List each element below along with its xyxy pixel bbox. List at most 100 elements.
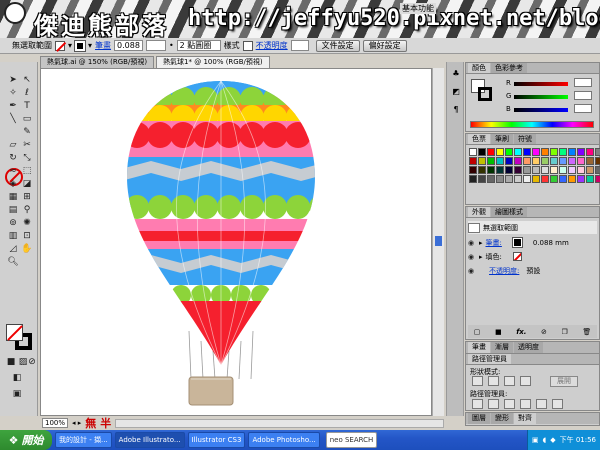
taskbar-item-illustrator[interactable]: Adobe Illustrato...	[114, 432, 185, 448]
color-swatch[interactable]	[559, 166, 567, 174]
security-icon[interactable]: ◆	[550, 436, 555, 444]
horizontal-scrollbar[interactable]	[115, 418, 444, 428]
color-swatch[interactable]	[568, 166, 576, 174]
color-swatch[interactable]	[595, 157, 600, 165]
color-swatch[interactable]	[586, 157, 594, 165]
appearance-stroke-link[interactable]: 筆畫:	[486, 238, 502, 248]
new-stroke-icon[interactable]: ▢	[474, 328, 481, 336]
visibility-eye-icon[interactable]: ◉	[468, 239, 476, 247]
new-fill-icon[interactable]: ■	[495, 328, 502, 336]
color-swatch[interactable]	[496, 175, 504, 183]
slice-tool-icon[interactable]: ◿	[6, 243, 20, 256]
tab-transform[interactable]: 變形	[491, 413, 513, 424]
color-swatch[interactable]	[505, 166, 513, 174]
color-swatch[interactable]	[595, 166, 600, 174]
crop-button[interactable]	[520, 399, 531, 409]
drawing-mode-icon[interactable]: ◧	[10, 372, 24, 385]
tab-document-1[interactable]: 熱氣球.ai @ 150% (RGB/預視)	[40, 56, 155, 68]
taskbar-item-browser[interactable]: 我的設計 - 擷...	[55, 432, 112, 448]
color-swatch[interactable]	[478, 148, 486, 156]
network-icon[interactable]: ▣	[532, 436, 539, 444]
tab-symbols[interactable]: 符號	[514, 134, 536, 144]
graph-tool-icon[interactable]: ▥	[6, 230, 20, 243]
color-swatch[interactable]	[550, 166, 558, 174]
color-swatch[interactable]	[514, 166, 522, 174]
color-swatch[interactable]	[532, 166, 540, 174]
expand-button[interactable]: 展開	[550, 376, 578, 387]
color-swatch[interactable]	[541, 157, 549, 165]
color-swatch[interactable]	[559, 175, 567, 183]
tab-swatches[interactable]: 色票	[468, 134, 490, 144]
eraser-tool-icon[interactable]: ▱	[6, 139, 20, 152]
color-swatch[interactable]	[505, 175, 513, 183]
color-swatch[interactable]	[568, 157, 576, 165]
color-swatch[interactable]	[541, 175, 549, 183]
magic-wand-tool-icon[interactable]: ✧	[6, 87, 20, 100]
color-swatch[interactable]	[586, 166, 594, 174]
red-value-field[interactable]	[574, 78, 592, 87]
dropdown-arrow-icon[interactable]: ▾	[88, 41, 92, 50]
artboard-tool-icon[interactable]: ⊡	[20, 230, 34, 243]
color-swatch[interactable]	[505, 148, 513, 156]
color-swatch[interactable]	[478, 166, 486, 174]
volume-icon[interactable]: ◖	[543, 436, 547, 444]
delete-icon[interactable]: 🗑︎	[582, 328, 591, 336]
color-swatch[interactable]	[595, 175, 600, 183]
tab-color-guide[interactable]: 色彩參考	[491, 63, 527, 73]
color-swatch[interactable]	[523, 175, 531, 183]
color-swatch[interactable]	[586, 175, 594, 183]
selection-tool-icon[interactable]: ➤	[6, 74, 20, 87]
type-tool-icon[interactable]: T	[20, 100, 34, 113]
appearance-stroke-swatch[interactable]	[511, 237, 523, 248]
duplicate-item-icon[interactable]: ❐	[561, 328, 567, 336]
paragraph-icon[interactable]: ¶	[450, 104, 462, 116]
artboard-canvas[interactable]	[40, 68, 432, 416]
graphic-styles-icon[interactable]: ◩	[450, 86, 462, 98]
color-swatch[interactable]	[469, 148, 477, 156]
preferences-button[interactable]: 偏好設定	[362, 39, 407, 52]
fill-swatch[interactable]	[55, 40, 65, 51]
red-slider[interactable]	[514, 82, 568, 86]
blue-value-field[interactable]	[574, 104, 592, 113]
visibility-eye-icon[interactable]: ◉	[468, 267, 476, 275]
divide-button[interactable]	[472, 399, 483, 409]
line-tool-icon[interactable]: ╲	[6, 113, 20, 126]
symbols-icon[interactable]: ♣	[450, 68, 462, 80]
color-swatch[interactable]	[469, 166, 477, 174]
taskbar-item-photoshop[interactable]: Adobe Photosho...	[248, 432, 320, 448]
trim-button[interactable]	[488, 399, 499, 409]
exclude-button[interactable]	[520, 376, 531, 386]
color-swatch[interactable]	[496, 148, 504, 156]
artboard-nav-icon[interactable]: ◂ ▸	[72, 419, 81, 427]
tab-pathfinder[interactable]: 路徑管理員	[468, 354, 511, 364]
tab-graphic-styles[interactable]: 繪圖樣式	[491, 207, 527, 217]
free-transform-tool-icon[interactable]: ⬚	[20, 165, 34, 178]
style-swatch[interactable]	[242, 40, 253, 51]
scissors-tool-icon[interactable]: ✂	[20, 139, 34, 152]
green-value-field[interactable]	[574, 91, 592, 100]
color-swatch[interactable]	[496, 157, 504, 165]
color-swatch[interactable]	[469, 157, 477, 165]
tab-gradient[interactable]: 漸層	[491, 342, 513, 353]
tab-color[interactable]: 顏色	[468, 63, 490, 73]
color-swatch[interactable]	[505, 157, 513, 165]
lasso-tool-icon[interactable]: ℓ	[20, 87, 34, 100]
perspective-grid-tool-icon[interactable]: ▦	[6, 191, 20, 204]
clock[interactable]: 下午 01:56	[560, 435, 596, 445]
color-swatch[interactable]	[514, 175, 522, 183]
variable-width-field[interactable]	[145, 40, 166, 51]
brush-field[interactable]: 2 點圓圈	[176, 40, 221, 51]
hot-air-balloon-artwork[interactable]	[41, 69, 432, 416]
eyedropper-tool-icon[interactable]: ⚲	[20, 204, 34, 217]
color-swatch[interactable]	[487, 148, 495, 156]
minus-front-button[interactable]	[488, 376, 499, 386]
color-swatch[interactable]	[541, 148, 549, 156]
unite-button[interactable]	[472, 376, 483, 386]
color-swatch[interactable]	[514, 148, 522, 156]
color-swatch[interactable]	[550, 175, 558, 183]
start-button[interactable]: ❖ 開始	[0, 430, 52, 450]
zoom-level[interactable]: 100%	[42, 418, 69, 428]
color-swatch[interactable]	[523, 157, 531, 165]
tab-brushes[interactable]: 筆刷	[491, 134, 513, 144]
minus-back-button[interactable]	[552, 399, 563, 409]
